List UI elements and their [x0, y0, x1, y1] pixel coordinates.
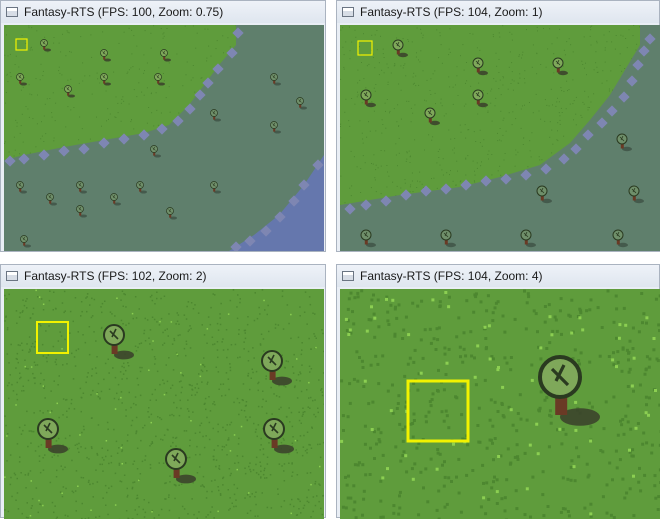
game-window-3[interactable]: Fantasy-RTS (FPS: 102, Zoom: 2) [0, 264, 326, 518]
game-viewport[interactable] [4, 289, 324, 519]
title-bar[interactable]: Fantasy-RTS (FPS: 104, Zoom: 4) [337, 265, 659, 287]
window-title: Fantasy-RTS (FPS: 102, Zoom: 2) [24, 269, 207, 283]
grass-area [4, 289, 324, 519]
window-title: Fantasy-RTS (FPS: 104, Zoom: 4) [360, 269, 543, 283]
title-bar[interactable]: Fantasy-RTS (FPS: 100, Zoom: 0.75) [1, 1, 325, 23]
app-window-icon [342, 7, 354, 17]
title-bar[interactable]: Fantasy-RTS (FPS: 104, Zoom: 1) [337, 1, 659, 23]
app-window-icon [342, 271, 354, 281]
game-viewport[interactable] [340, 289, 660, 519]
game-window-1[interactable]: Fantasy-RTS (FPS: 100, Zoom: 0.75) [0, 0, 326, 252]
game-viewport[interactable] [4, 25, 324, 251]
title-bar[interactable]: Fantasy-RTS (FPS: 102, Zoom: 2) [1, 265, 325, 287]
window-title: Fantasy-RTS (FPS: 104, Zoom: 1) [360, 5, 543, 19]
map-canvas[interactable] [340, 25, 660, 251]
window-title: Fantasy-RTS (FPS: 100, Zoom: 0.75) [24, 5, 223, 19]
game-viewport[interactable] [340, 25, 660, 251]
map-canvas[interactable] [4, 289, 324, 519]
map-canvas[interactable] [4, 25, 324, 251]
map-canvas[interactable] [340, 289, 660, 519]
game-window-4[interactable]: Fantasy-RTS (FPS: 104, Zoom: 4) [336, 264, 660, 518]
app-window-icon [6, 271, 18, 281]
game-window-2[interactable]: Fantasy-RTS (FPS: 104, Zoom: 1) [336, 0, 660, 252]
app-window-icon [6, 7, 18, 17]
